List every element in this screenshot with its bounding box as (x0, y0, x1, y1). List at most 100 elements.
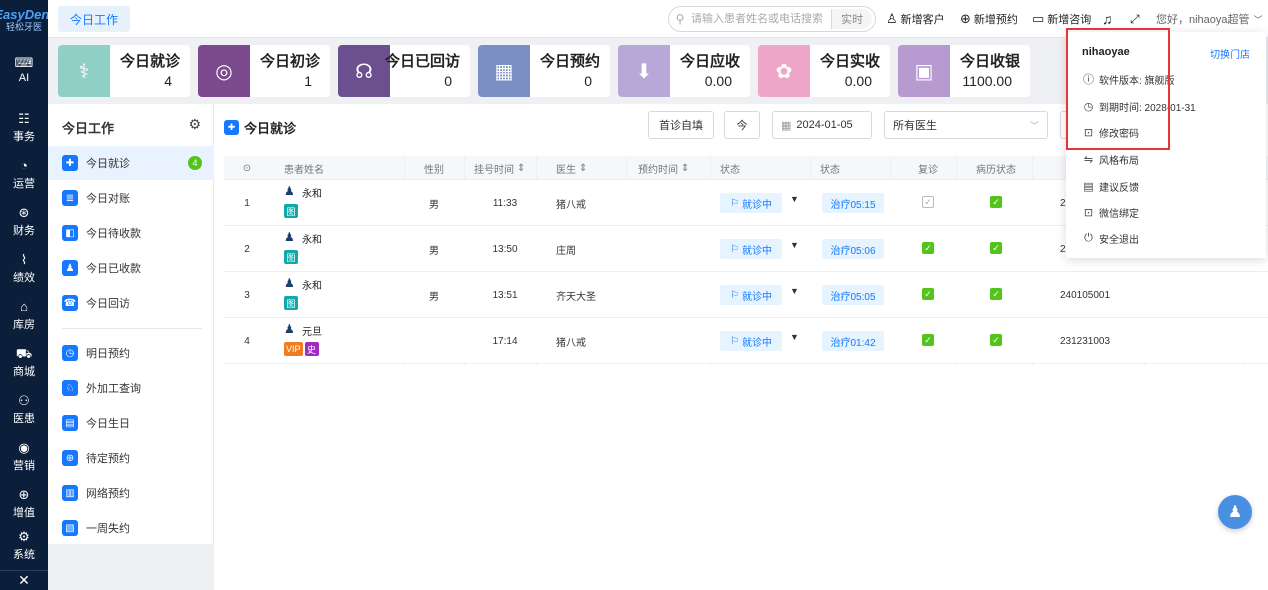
treatment-timer[interactable]: 治疗05:15 (822, 193, 884, 213)
menu-item-wechat-bind[interactable]: ⊡ 微信绑定 (1082, 202, 1139, 222)
side-item-label: 今日已收款 (86, 263, 141, 275)
patient-name-cell[interactable]: ♟ 永和 图 (284, 184, 344, 222)
chevron-down-icon: ﹀ (1029, 120, 1039, 131)
side-item-today-visits[interactable]: ✚ 今日就诊 4 (48, 146, 214, 180)
birthday-icon: ▤ (62, 415, 78, 431)
vip-tag[interactable]: VIP (284, 342, 303, 356)
patient-name-cell[interactable]: ♟ 元旦 VIP 史 (284, 322, 344, 360)
treatment-timer[interactable]: 治疗01:42 (822, 331, 884, 351)
brand-logo[interactable]: EasyDent 轻松牙医 (0, 0, 54, 40)
col-register-time[interactable]: 挂号时间 ⇕ (474, 156, 525, 180)
nav-item-patients[interactable]: ⚇ 医患 (0, 390, 48, 430)
stat-card-revisited[interactable]: ☊ 今日已回访 0 (338, 45, 470, 97)
status-button[interactable]: ⚐ 就诊中 (720, 331, 782, 351)
doctor-select[interactable]: 所有医生 ﹀ (884, 111, 1048, 139)
record-status-checkbox[interactable]: ✓ (990, 196, 1002, 208)
menu-item-logout[interactable]: ⏻ 安全退出 (1082, 228, 1139, 248)
nav-label: 库房 (13, 319, 35, 331)
operation-icon: ◔ (20, 158, 28, 173)
left-nav: EasyDent 轻松牙医 ⌨ AI ☷ 事务 ◔ 运营 ⊛ 财务 ⌇ 绩效 ⌂ 库房 ⛟ 商… (0, 0, 54, 590)
treatment-timer[interactable]: 治疗05:05 (822, 285, 884, 305)
menu-item-change-password[interactable]: ⊡ 修改密码 (1082, 122, 1139, 142)
date-picker[interactable]: ▦ 2024-01-05 (772, 111, 872, 139)
stat-card-received[interactable]: ✿ 今日实收 0.00 (758, 45, 890, 97)
patient-name-cell[interactable]: ♟ 永和 图 (284, 230, 344, 268)
side-item-label: 待定预约 (86, 453, 130, 465)
side-item-label: 今日回访 (86, 298, 130, 310)
side-item-online-appointments[interactable]: ▥ 网络预约 (48, 476, 214, 510)
revisit-checkbox[interactable]: ✓ (922, 334, 934, 346)
search-icon: ⚲ (675, 12, 685, 26)
switch-store-link[interactable]: 切换门店 (1210, 46, 1250, 61)
col-appointment-time[interactable]: 预约时间 ⇕ (638, 156, 689, 180)
revisit-checkbox[interactable]: ✓ (922, 288, 934, 300)
status-button[interactable]: ⚐ 就诊中 (720, 285, 782, 305)
new-appointment-button[interactable]: ⊕ 新增预约 (960, 0, 1018, 38)
nav-item-ai[interactable]: ⌨ AI (0, 50, 48, 90)
gear-icon[interactable]: ⚙ (188, 116, 201, 133)
new-customer-button[interactable]: ♙ 新增客户 (886, 0, 945, 38)
today-button[interactable]: 今 (724, 111, 760, 139)
nav-item-performance[interactable]: ⌇ 绩效 (0, 249, 48, 289)
side-item-outsource-query[interactable]: ♘ 外加工查询 (48, 371, 214, 405)
nav-item-tasks[interactable]: ☷ 事务 (0, 108, 48, 148)
stat-card-appointments[interactable]: ▦ 今日预约 0 (478, 45, 610, 97)
table-row[interactable]: 3 ♟ 永和 图 男 13:51 齐天大圣 ⚐ 就诊中 ▼ 治疗05:05 ✓ ✓… (224, 272, 1268, 318)
self-fill-button[interactable]: 首诊自填 (648, 111, 714, 139)
patient-name-cell[interactable]: ♟ 永和 图 (284, 276, 344, 314)
side-item-birthday[interactable]: ▤ 今日生日 (48, 406, 214, 440)
side-item-pending-payment[interactable]: ◧ 今日待收款 (48, 216, 214, 250)
side-item-reconcile[interactable]: ≣ 今日对账 (48, 181, 214, 215)
history-tag[interactable]: 史 (304, 342, 319, 356)
status-button[interactable]: ⚐ 就诊中 (720, 239, 782, 259)
nav-item-warehouse[interactable]: ⌂ 库房 (0, 296, 48, 336)
stat-card-cashier[interactable]: ▣ 今日收银 1100.00 (898, 45, 1030, 97)
record-status-checkbox[interactable]: ✓ (990, 334, 1002, 346)
nav-item-value-added[interactable]: ⊕ 增值 (0, 484, 48, 524)
support-avatar-button[interactable]: ♟ (1218, 495, 1252, 529)
status-dropdown-caret[interactable]: ▼ (790, 286, 799, 296)
side-item-pending-appointments[interactable]: ⊕ 待定预约 (48, 441, 214, 475)
table-row[interactable]: 4 ♟ 元旦 VIP 史 17:14 猪八戒 ⚐ 就诊中 ▼ 治疗01:42 ✓ ✓… (224, 318, 1268, 364)
nav-item-marketing[interactable]: ◉ 营销 (0, 437, 48, 477)
tab-today-work[interactable]: 今日工作 (58, 6, 131, 32)
record-status-checkbox[interactable]: ✓ (990, 242, 1002, 254)
nav-item-system[interactable]: ⚙ 系统 (0, 526, 48, 566)
record-status-checkbox[interactable]: ✓ (990, 288, 1002, 300)
col-doctor[interactable]: 医生 ⇕ (556, 156, 587, 180)
cart-icon: ⛟ (15, 346, 33, 361)
image-tag[interactable]: 图 (284, 296, 298, 310)
revisit-checkbox[interactable]: ✓ (922, 196, 934, 208)
visit-icon: ✚ (62, 155, 78, 171)
menu-item-expiry: ◷ 到期时间: 2028-01-31 (1082, 96, 1196, 116)
info-icon: ⓘ (1083, 74, 1094, 86)
column-settings-icon[interactable]: ⊙ (224, 156, 270, 180)
revisit-checkbox[interactable]: ✓ (922, 242, 934, 254)
col-appointment-time-label: 预约时间 (638, 164, 678, 176)
side-item-revisit[interactable]: ☎ 今日回访 (48, 286, 214, 320)
nav-item-finance[interactable]: ⊛ 财务 (0, 202, 48, 242)
status-dropdown-caret[interactable]: ▼ (790, 240, 799, 250)
stat-card-visits[interactable]: ⚕ 今日就诊 4 (58, 45, 190, 97)
side-item-paid[interactable]: ♟ 今日已收款 (48, 251, 214, 285)
collapse-nav-button[interactable]: ✕ (0, 570, 48, 590)
side-panel-footer (48, 544, 214, 590)
status-dropdown-caret[interactable]: ▼ (790, 332, 799, 342)
search-input[interactable] (691, 13, 831, 25)
status-button[interactable]: ⚐ 就诊中 (720, 193, 782, 213)
nav-item-operations[interactable]: ◔ 运营 (0, 155, 48, 195)
stat-card-first-visits[interactable]: ◎ 今日初诊 1 (198, 45, 330, 97)
image-tag[interactable]: 图 (284, 204, 298, 218)
nav-item-mall[interactable]: ⛟ 商城 (0, 343, 48, 383)
search-mode-button[interactable]: 实时 (831, 9, 872, 29)
side-item-week-missed[interactable]: ▧ 一周失约 (48, 511, 214, 545)
patient-name: 永和 (302, 235, 322, 246)
image-tag[interactable]: 图 (284, 250, 298, 264)
menu-item-layout-style[interactable]: ⇋ 风格布局 (1082, 149, 1139, 169)
side-item-tomorrow-appointments[interactable]: ◷ 明日预约 (48, 336, 214, 370)
stat-card-receivable[interactable]: ⬇ 今日应收 0.00 (618, 45, 750, 97)
status-dropdown-caret[interactable]: ▼ (790, 194, 799, 204)
treatment-timer[interactable]: 治疗05:06 (822, 239, 884, 259)
task-icon: ☷ (18, 111, 30, 126)
menu-item-feedback[interactable]: ▤ 建议反馈 (1082, 176, 1139, 196)
